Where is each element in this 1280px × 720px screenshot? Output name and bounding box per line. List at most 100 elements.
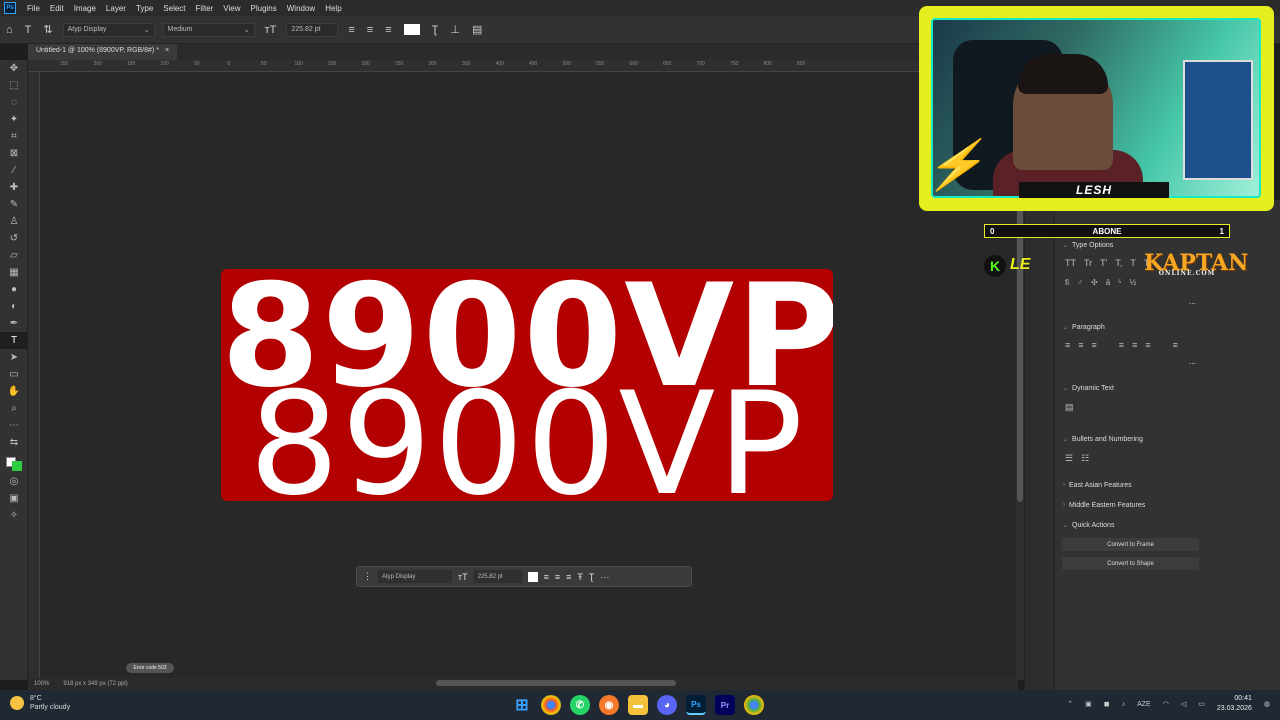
- type-tool-icon[interactable]: T: [0, 332, 28, 349]
- justify-left-icon[interactable]: ≡: [1119, 340, 1124, 350]
- blender-icon[interactable]: ◉: [599, 695, 619, 715]
- text-warp-icon[interactable]: Ʈ: [589, 572, 595, 582]
- dodge-tool-icon[interactable]: ◐: [0, 298, 28, 315]
- font-style-select[interactable]: Medium ⌄: [162, 22, 255, 37]
- 3d-icon[interactable]: ⊥: [450, 23, 460, 36]
- tray-app-icon[interactable]: ▣: [1085, 700, 1092, 708]
- zoom-tool-icon[interactable]: ⌕: [0, 400, 28, 417]
- whatsapp-icon[interactable]: ✆: [570, 695, 590, 715]
- menu-file[interactable]: File: [22, 4, 45, 13]
- volume-icon[interactable]: ◁: [1181, 700, 1186, 708]
- zoom-level[interactable]: 100%: [34, 681, 49, 687]
- quick-mask-icon[interactable]: ◎: [0, 473, 28, 490]
- generative-icon[interactable]: ✧: [0, 507, 28, 524]
- color-swatches-icon[interactable]: [0, 451, 28, 473]
- quick-actions-header[interactable]: ⌄ Quick Actions: [1063, 522, 1114, 529]
- more-options-icon[interactable]: ···: [600, 572, 609, 582]
- horizontal-scrollbar[interactable]: [436, 680, 676, 686]
- numbered-list-icon[interactable]: ☷: [1081, 453, 1089, 464]
- blur-tool-icon[interactable]: ●: [0, 281, 28, 298]
- middle-eastern-header[interactable]: › Middle Eastern Features: [1063, 502, 1145, 509]
- menu-filter[interactable]: Filter: [191, 4, 219, 13]
- healing-brush-tool-icon[interactable]: ✚: [0, 179, 28, 196]
- brush-tool-icon[interactable]: ✎: [0, 196, 28, 213]
- wifi-icon[interactable]: ◠: [1163, 700, 1169, 708]
- all-caps-icon[interactable]: TT: [1065, 258, 1076, 268]
- clock[interactable]: 00:41 23.03.2026: [1217, 694, 1252, 714]
- marquee-tool-icon[interactable]: ⬚: [0, 77, 28, 94]
- more-options-icon[interactable]: ⋯: [1189, 360, 1196, 368]
- menu-plugins[interactable]: Plugins: [246, 4, 282, 13]
- stamp-tool-icon[interactable]: ♙: [0, 213, 28, 230]
- crop-tool-icon[interactable]: ⌗: [0, 128, 28, 145]
- east-asian-header[interactable]: › East Asian Features: [1063, 482, 1132, 489]
- align-left-icon[interactable]: ≡: [348, 24, 354, 36]
- frame-tool-icon[interactable]: ⊠: [0, 145, 28, 162]
- swap-colors-icon[interactable]: ⇆: [0, 434, 28, 451]
- file-explorer-icon[interactable]: ▬: [628, 695, 648, 715]
- home-icon[interactable]: ⌂: [6, 24, 13, 36]
- menu-layer[interactable]: Layer: [101, 4, 131, 13]
- opentype-icon[interactable]: ā: [1106, 278, 1110, 287]
- menu-image[interactable]: Image: [69, 4, 101, 13]
- move-tool-icon[interactable]: ✥: [0, 60, 28, 77]
- warp-text-icon[interactable]: Ʈ: [432, 24, 439, 36]
- bullets-header[interactable]: ⌄ Bullets and Numbering: [1063, 436, 1143, 443]
- ligature-icon[interactable]: ﬁ: [1065, 278, 1069, 287]
- align-right-icon[interactable]: ≡: [1092, 340, 1097, 350]
- battery-icon[interactable]: ▭: [1198, 700, 1205, 708]
- scrollbar-thumb[interactable]: [1017, 172, 1023, 502]
- document-tab[interactable]: Untitled-1 @ 100% (8900VP, RGB/8#) * ×: [28, 44, 178, 60]
- menu-edit[interactable]: Edit: [45, 4, 69, 13]
- history-brush-tool-icon[interactable]: ↺: [0, 230, 28, 247]
- language-indicator[interactable]: AZE: [1137, 701, 1151, 708]
- dynamic-text-icon[interactable]: ▤: [1065, 402, 1074, 413]
- discord-icon[interactable]: ◕: [657, 695, 677, 715]
- eyedropper-tool-icon[interactable]: ⁄: [0, 162, 28, 179]
- opentype-icon[interactable]: ✣: [1091, 278, 1098, 287]
- justify-right-icon[interactable]: ≡: [1145, 340, 1150, 350]
- align-center-icon[interactable]: ≡: [1078, 340, 1083, 350]
- font-size-input[interactable]: 225.82 pt: [286, 22, 339, 37]
- microphone-icon[interactable]: ♪: [1122, 701, 1126, 708]
- character-panel-icon[interactable]: ▤: [472, 23, 482, 36]
- align-center-icon[interactable]: ≡: [555, 572, 560, 582]
- drag-handle-icon[interactable]: ⋮: [363, 571, 372, 582]
- menu-select[interactable]: Select: [158, 4, 190, 13]
- align-left-icon[interactable]: ≡: [1065, 340, 1070, 350]
- convert-to-shape-button[interactable]: Convert to Shape: [1062, 557, 1199, 570]
- type-options-header[interactable]: ⌄ Type Options: [1063, 242, 1113, 249]
- paragraph-header[interactable]: ⌄ Paragraph: [1063, 324, 1105, 331]
- underline-icon[interactable]: T: [1130, 258, 1136, 268]
- windows-start-icon[interactable]: ⊞: [512, 695, 532, 715]
- weather-widget[interactable]: 8°C Partly cloudy: [10, 694, 70, 712]
- context-color-swatch[interactable]: [527, 571, 538, 582]
- orientation-toggle-icon[interactable]: ⇅: [43, 23, 52, 36]
- rectangle-tool-icon[interactable]: ▭: [0, 366, 28, 383]
- premiere-taskbar-icon[interactable]: Pr: [715, 695, 735, 715]
- context-font-size-input[interactable]: 225.82 pt: [473, 570, 522, 583]
- magic-wand-tool-icon[interactable]: ✦: [0, 111, 28, 128]
- font-family-select[interactable]: Atyp Display ⌄: [62, 22, 155, 37]
- align-center-icon[interactable]: ≡: [367, 24, 373, 36]
- photoshop-logo-icon[interactable]: Ps: [4, 2, 16, 14]
- notifications-icon[interactable]: ◍: [1264, 700, 1270, 708]
- menu-window[interactable]: Window: [282, 4, 320, 13]
- document-canvas[interactable]: 8900VP 8900VP: [221, 269, 833, 501]
- text-transform-icon[interactable]: Ŧ: [577, 572, 583, 582]
- eraser-tool-icon[interactable]: ▱: [0, 247, 28, 264]
- subscript-icon[interactable]: T,: [1115, 258, 1122, 268]
- menu-type[interactable]: Type: [131, 4, 158, 13]
- close-icon[interactable]: ×: [165, 47, 169, 57]
- justify-all-icon[interactable]: ≡: [1173, 340, 1178, 350]
- screen-mode-icon[interactable]: ▣: [0, 490, 28, 507]
- pen-tool-icon[interactable]: ✒: [0, 315, 28, 332]
- photoshop-taskbar-icon[interactable]: Ps: [686, 695, 706, 715]
- small-caps-icon[interactable]: Tr: [1084, 258, 1092, 268]
- tray-app-icon[interactable]: ◼: [1104, 700, 1110, 708]
- align-right-icon[interactable]: ≡: [385, 24, 391, 36]
- text-color-swatch[interactable]: [403, 24, 420, 35]
- document-dimensions[interactable]: 918 px x 349 px (72 ppi): [63, 681, 127, 687]
- superscript-icon[interactable]: T': [1100, 258, 1107, 268]
- menu-help[interactable]: Help: [320, 4, 346, 13]
